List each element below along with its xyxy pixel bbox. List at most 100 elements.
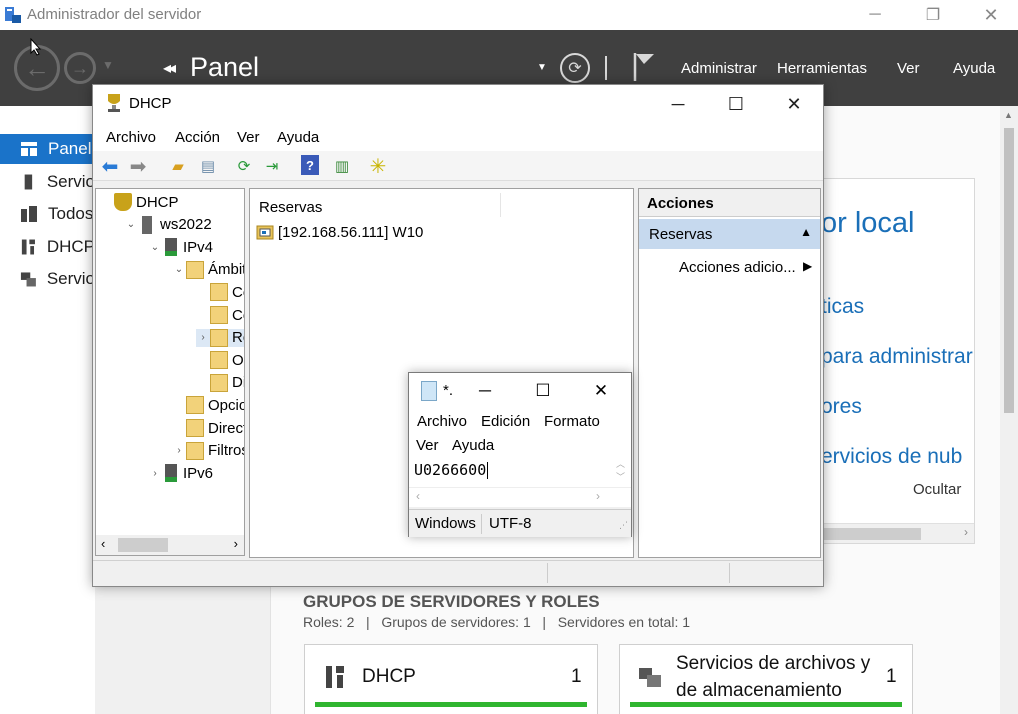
notepad-content-line: U0266600 — [414, 461, 489, 479]
dropdown-caret-icon[interactable]: ▼ — [537, 62, 547, 73]
menu-herramientas[interactable]: Herramientas — [777, 60, 867, 77]
menu-ver[interactable]: Ver — [897, 60, 920, 77]
menu-edicion[interactable]: Edición — [481, 413, 530, 430]
notepad-text-area[interactable]: U0266600 ︿ ﹀ — [409, 457, 631, 487]
help-icon[interactable]: ? — [301, 155, 319, 175]
chevron-down-icon[interactable]: ⌄ — [148, 242, 162, 253]
welcome-heading: or local — [821, 207, 915, 239]
menu-accion[interactable]: Acción — [175, 129, 220, 146]
dhcp-maximize-button[interactable]: ☐ — [707, 85, 765, 123]
notifications-flag-icon[interactable] — [632, 52, 656, 82]
more-actions-item[interactable]: Acciones adicio... ▶ — [679, 259, 812, 276]
new-star-icon[interactable]: ✳ — [367, 155, 389, 178]
actions-section-reservas[interactable]: Reservas ▲ — [639, 219, 820, 249]
refresh-icon[interactable]: ⟳ — [233, 155, 255, 177]
chevron-right-icon[interactable]: › — [172, 445, 186, 456]
sidebar-item-file-services[interactable]: Servio — [0, 264, 95, 294]
history-dropdown-icon[interactable]: ▼ — [102, 58, 114, 72]
welcome-hscrollbar[interactable]: › — [821, 523, 974, 543]
tree-node[interactable]: Dire — [196, 373, 244, 392]
menu-archivo[interactable]: Archivo — [106, 129, 156, 146]
chevron-down-icon[interactable]: ⌄ — [172, 264, 186, 275]
chevron-right-icon[interactable]: › — [196, 332, 210, 343]
scroll-thumb[interactable] — [821, 528, 921, 540]
forward-arrow-icon[interactable]: ➡ — [127, 155, 149, 178]
notepad-maximize-button[interactable]: ☐ — [518, 373, 568, 409]
welcome-link-3[interactable]: ores — [821, 395, 862, 419]
menu-formato[interactable]: Formato — [544, 413, 600, 430]
welcome-link-2[interactable]: para administrar — [821, 345, 973, 369]
minimize-button[interactable]: ─ — [846, 0, 904, 30]
tree-node[interactable]: DHCP — [100, 193, 179, 211]
menu-ver[interactable]: Ver — [237, 129, 260, 146]
notepad-minimize-button[interactable]: ─ — [460, 373, 510, 409]
role-card-file-services[interactable]: Servicios de archivos y de almacenamient… — [619, 644, 913, 714]
tree-node[interactable]: ⌄ Ámbito — [172, 260, 244, 279]
scroll-down-icon[interactable]: ﹀ — [616, 470, 625, 483]
content-vscrollbar[interactable]: ▲ — [1000, 106, 1018, 714]
chevron-right-icon[interactable]: › — [148, 468, 162, 479]
sidebar-item-panel[interactable]: Panel — [0, 134, 95, 164]
tree-node[interactable]: › Filtros — [172, 441, 244, 460]
chevron-left-icon[interactable]: ‹ — [416, 489, 420, 503]
tree-node-label: Cor — [232, 306, 244, 324]
chevron-left-icon[interactable]: ‹ — [101, 536, 105, 551]
role-status-bar — [630, 702, 902, 707]
role-name-line2: de almacenamiento — [676, 680, 842, 701]
forward-button[interactable]: → — [64, 52, 96, 84]
menu-administrar[interactable]: Administrar — [681, 60, 757, 77]
scroll-thumb[interactable] — [1004, 128, 1014, 413]
column-header-reservas[interactable]: Reservas — [259, 199, 322, 216]
sidebar-item-all-servers[interactable]: Todos — [0, 199, 95, 229]
tree-node[interactable]: ⌄ IPv4 — [148, 238, 213, 257]
export-list-icon[interactable]: ⇥ — [261, 155, 283, 177]
up-folder-icon[interactable]: ▰ — [167, 155, 189, 177]
refresh-button[interactable]: ⟳ — [560, 53, 590, 83]
collapse-up-icon[interactable]: ▲ — [800, 225, 812, 239]
scroll-up-icon[interactable]: ▲ — [1004, 110, 1013, 120]
notepad-hscrollbar[interactable]: ‹ › — [409, 487, 631, 507]
scroll-up-icon[interactable]: ︿ — [616, 457, 625, 470]
scroll-thumb[interactable] — [118, 538, 168, 552]
role-card-dhcp[interactable]: DHCP 1 — [304, 644, 598, 714]
menu-archivo[interactable]: Archivo — [417, 413, 467, 430]
tree-node[interactable]: › IPv6 — [148, 464, 213, 483]
chevron-down-icon[interactable]: ⌄ — [124, 219, 138, 230]
sidebar-item-local-server[interactable]: Servio — [0, 167, 95, 197]
hide-welcome-link[interactable]: Ocultar — [913, 481, 961, 498]
welcome-link-1[interactable]: ticas — [821, 295, 864, 319]
restore-button[interactable]: ❐ — [904, 0, 962, 30]
dhcp-close-button[interactable]: ✕ — [765, 85, 823, 123]
dhcp-minimize-button[interactable]: ─ — [649, 85, 707, 123]
back-arrow-icon[interactable]: ⬅ — [99, 155, 121, 178]
tree-node[interactable]: Directiv — [172, 419, 244, 437]
sidebar-label: DHCP — [46, 237, 95, 256]
tree-node[interactable]: › Res — [196, 328, 244, 347]
resize-grip-icon[interactable]: ⋰ — [619, 520, 628, 531]
chevron-right-icon[interactable]: › — [234, 536, 238, 551]
show-action-pane-icon[interactable]: ▥ — [331, 155, 353, 177]
chevron-right-icon[interactable]: › — [596, 489, 600, 503]
notepad-close-button[interactable]: ✕ — [576, 373, 626, 409]
close-button[interactable]: ✕ — [962, 0, 1018, 30]
folder-icon — [186, 419, 204, 437]
welcome-link-4[interactable]: ervicios de nub — [821, 445, 962, 469]
tree-node[interactable]: Cor — [196, 306, 244, 324]
all-servers-icon — [21, 206, 37, 222]
chevron-right-icon[interactable]: › — [964, 525, 968, 539]
sidebar-item-dhcp[interactable]: DHCP — [0, 232, 95, 262]
menu-ver[interactable]: Ver — [416, 437, 439, 454]
tree-node[interactable]: Opc — [196, 351, 244, 370]
status-divider — [729, 563, 730, 583]
tree-node[interactable]: Opcior — [172, 396, 244, 415]
tree-node[interactable]: ⌄ ws2022 — [124, 215, 212, 234]
show-hide-tree-icon[interactable]: ▤ — [197, 155, 219, 177]
menu-ayuda[interactable]: Ayuda — [953, 60, 995, 77]
list-item[interactable]: [192.168.56.111] W10 — [256, 223, 423, 241]
tree-node[interactable]: Cor — [196, 283, 244, 302]
menu-ayuda[interactable]: Ayuda — [452, 437, 494, 454]
sidebar-label: Servio — [46, 172, 95, 191]
arrow-left-icon: ← — [24, 52, 50, 83]
menu-ayuda[interactable]: Ayuda — [277, 129, 319, 146]
tree-hscrollbar[interactable]: ‹ › — [96, 535, 244, 555]
